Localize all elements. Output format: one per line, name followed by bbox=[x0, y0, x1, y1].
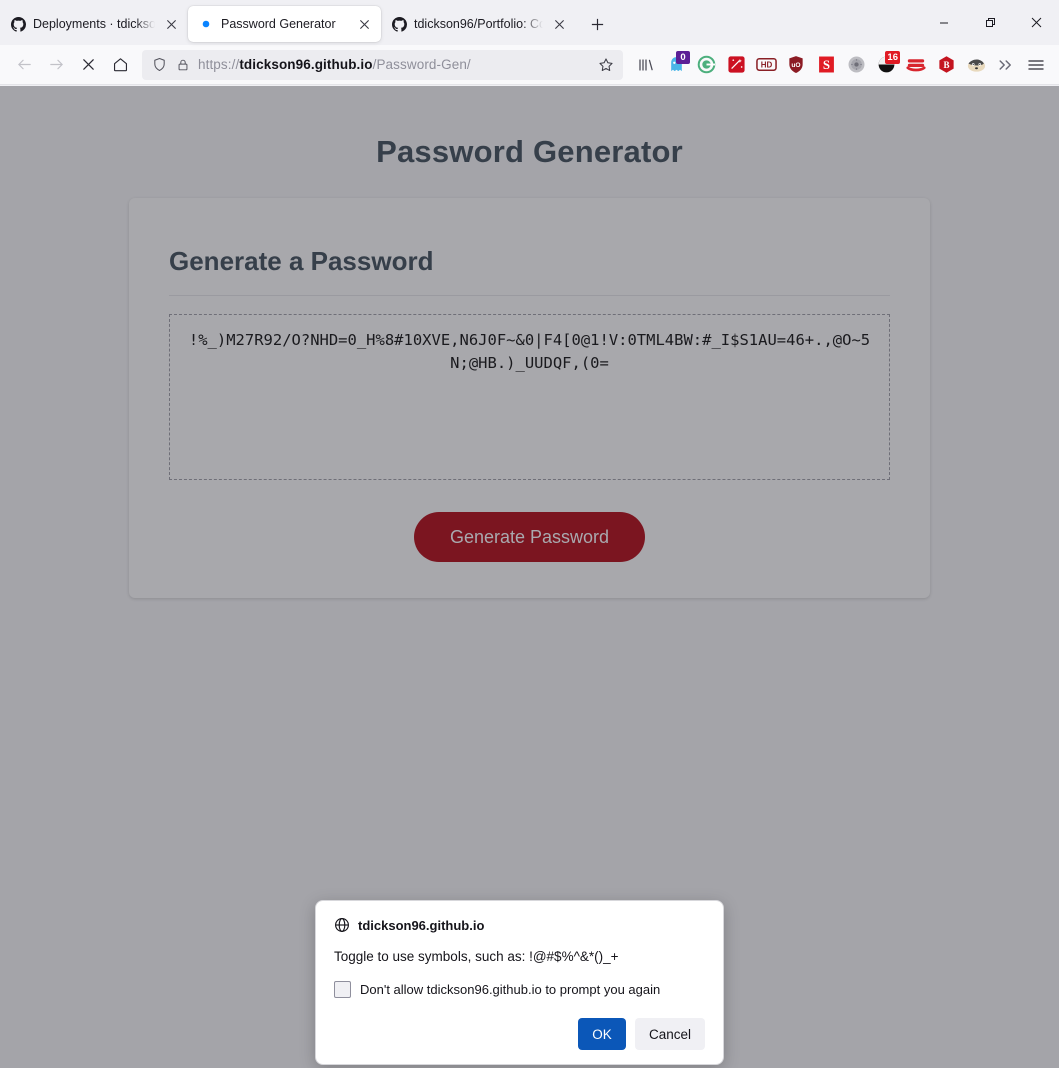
suppress-dialogs-label: Don't allow tdickson96.github.io to prom… bbox=[360, 982, 661, 997]
generate-password-button[interactable]: Generate Password bbox=[413, 512, 646, 562]
dialog-header: tdickson96.github.io bbox=[334, 917, 705, 933]
globe-icon bbox=[334, 917, 350, 933]
ok-button[interactable]: OK bbox=[577, 1018, 626, 1050]
url-host: tdickson96.github.io bbox=[239, 57, 373, 72]
svg-text:uO: uO bbox=[791, 62, 800, 69]
forward-arrow-icon[interactable] bbox=[40, 49, 72, 81]
express-vpn-extension-icon[interactable] bbox=[901, 50, 931, 80]
extensions-tray: 0 HD uO S 16 B bbox=[629, 50, 1051, 80]
browser-window: Deployments · tdickson96/Passw Password … bbox=[0, 0, 1059, 1068]
url-path: /Password-Gen/ bbox=[372, 57, 471, 72]
password-card: Generate a Password !%_)M27R92/O?NHD=0_H… bbox=[129, 198, 930, 598]
svg-text:HD: HD bbox=[760, 61, 772, 70]
tabs-area: Deployments · tdickson96/Passw Password … bbox=[0, 0, 921, 45]
page-title: Password Generator bbox=[376, 134, 683, 169]
dialog-origin: tdickson96.github.io bbox=[358, 917, 485, 933]
bitwarden-extension-icon[interactable]: B bbox=[931, 50, 961, 80]
grey-disc-extension-icon[interactable] bbox=[841, 50, 871, 80]
s-extension-icon[interactable]: S bbox=[811, 50, 841, 80]
magic-wand-extension-icon[interactable] bbox=[721, 50, 751, 80]
tracking-protection-shield-icon[interactable] bbox=[150, 56, 168, 74]
close-window-button[interactable] bbox=[1013, 0, 1059, 45]
url-text[interactable]: https://tdickson96.github.io/Password-Ge… bbox=[198, 57, 589, 72]
extension-badge-count: 0 bbox=[676, 50, 690, 64]
dialog-message: Toggle to use symbols, such as: !@#$%^&*… bbox=[334, 949, 619, 964]
svg-text:B: B bbox=[943, 60, 949, 70]
ghost-extension-icon[interactable]: 0 bbox=[661, 50, 691, 80]
green-circle-extension-icon[interactable] bbox=[691, 50, 721, 80]
button-row: Generate Password bbox=[169, 512, 890, 562]
dark-reader-extension-icon[interactable]: 16 bbox=[871, 50, 901, 80]
tab-title: Deployments · tdickson96/Passw bbox=[33, 17, 155, 31]
tab-close-icon[interactable] bbox=[550, 15, 568, 33]
new-tab-button[interactable] bbox=[582, 9, 612, 39]
cancel-button[interactable]: Cancel bbox=[634, 1018, 705, 1050]
loading-dot-icon bbox=[198, 16, 214, 32]
overflow-chevrons-icon[interactable] bbox=[991, 50, 1021, 80]
navigation-toolbar: https://tdickson96.github.io/Password-Ge… bbox=[0, 45, 1059, 85]
ublock-origin-shield-icon[interactable]: uO bbox=[781, 50, 811, 80]
maximize-button[interactable] bbox=[967, 0, 1013, 45]
js-prompt-dialog: tdickson96.github.io Toggle to use symbo… bbox=[315, 900, 724, 1065]
padlock-icon[interactable] bbox=[174, 56, 192, 74]
tab-close-icon[interactable] bbox=[162, 15, 180, 33]
tab-strip: Deployments · tdickson96/Passw Password … bbox=[0, 0, 1059, 45]
suppress-dialogs-checkbox[interactable] bbox=[334, 981, 351, 998]
app-menu-hamburger-icon[interactable] bbox=[1021, 50, 1051, 80]
raccoon-extension-icon[interactable] bbox=[961, 50, 991, 80]
library-icon[interactable] bbox=[631, 50, 661, 80]
password-line-1: !%_)M27R92/O?NHD=0_H%8#10XVE,N6J0F~& bbox=[188, 331, 525, 349]
back-arrow-icon[interactable] bbox=[8, 49, 40, 81]
tab-close-icon[interactable] bbox=[355, 15, 373, 33]
stop-loading-icon[interactable] bbox=[72, 49, 104, 81]
dialog-buttons: OK Cancel bbox=[334, 1018, 705, 1050]
github-icon bbox=[391, 16, 407, 32]
browser-tab-deployments[interactable]: Deployments · tdickson96/Passw bbox=[0, 6, 188, 42]
url-scheme: https:// bbox=[198, 57, 240, 72]
hd-extension-icon[interactable]: HD bbox=[751, 50, 781, 80]
card-heading: Generate a Password bbox=[169, 246, 434, 276]
extension-badge-count: 16 bbox=[885, 50, 900, 64]
tab-title: tdickson96/Portfolio: Coding pr bbox=[414, 17, 543, 31]
minimize-button[interactable] bbox=[921, 0, 967, 45]
github-icon bbox=[10, 16, 26, 32]
generated-password-display[interactable]: !%_)M27R92/O?NHD=0_H%8#10XVE,N6J0F~&0|F4… bbox=[169, 314, 890, 480]
browser-tab-password-generator[interactable]: Password Generator bbox=[188, 6, 381, 42]
home-icon[interactable] bbox=[104, 49, 136, 81]
address-bar[interactable]: https://tdickson96.github.io/Password-Ge… bbox=[142, 49, 623, 80]
svg-text:S: S bbox=[822, 58, 829, 72]
tab-title: Password Generator bbox=[221, 17, 336, 31]
card-divider bbox=[169, 295, 890, 296]
suppress-dialogs-checkbox-row[interactable]: Don't allow tdickson96.github.io to prom… bbox=[334, 981, 705, 998]
star-outline-icon[interactable] bbox=[595, 54, 617, 76]
browser-tab-portfolio[interactable]: tdickson96/Portfolio: Coding pr bbox=[381, 6, 576, 42]
window-controls bbox=[921, 0, 1059, 45]
